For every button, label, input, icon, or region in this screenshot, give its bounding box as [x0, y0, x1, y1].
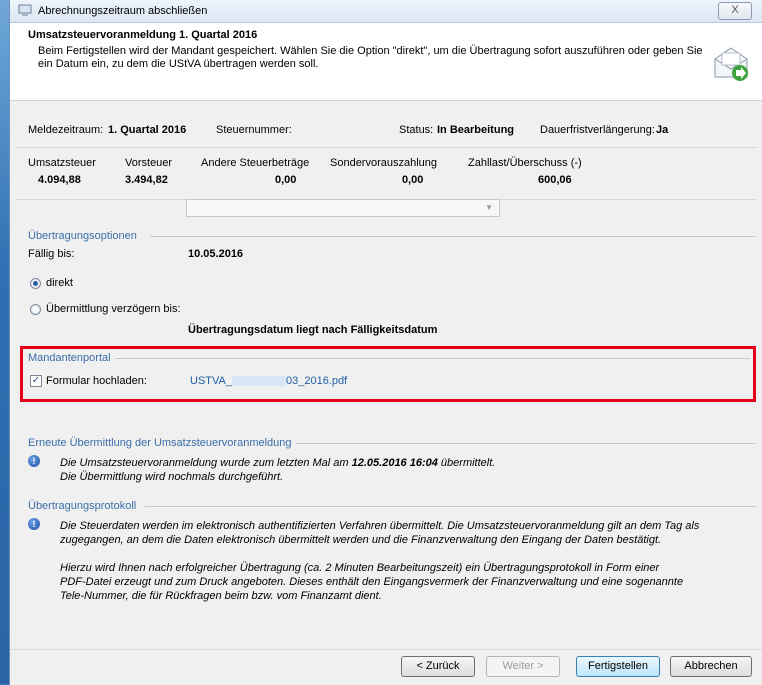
- vorsteuer-value: 3.494,82: [125, 174, 168, 186]
- divider: [16, 147, 756, 148]
- meldezeitraum-value: 1. Quartal 2016: [108, 124, 187, 136]
- vorsteuer-label: Vorsteuer: [125, 157, 173, 169]
- close-icon: X: [731, 4, 739, 16]
- cancel-button[interactable]: Abbrechen: [670, 656, 752, 677]
- file-suffix: 03_2016.pdf: [285, 375, 348, 387]
- close-button[interactable]: X: [718, 2, 752, 20]
- page-title: Umsatzsteuervoranmeldung 1. Quartal 2016: [28, 29, 258, 41]
- formular-hochladen-checkbox[interactable]: ✓: [30, 375, 42, 387]
- erneute-line1: Die Umsatzsteuervoranmeldung wurde zum l…: [60, 457, 495, 469]
- title-bar: Abrechnungszeitraum abschließen X: [10, 0, 762, 23]
- faellig-label: Fällig bis:: [28, 248, 75, 260]
- zahllast-label: Zahllast/Überschuss (-): [468, 157, 582, 169]
- protokoll-group-title: Übertragungsprotokoll: [28, 500, 141, 512]
- umsatzsteuer-label: Umsatzsteuer: [28, 157, 96, 169]
- highlight-frame: [20, 346, 756, 402]
- sondervorauszahlung-value: 0,00: [402, 174, 424, 186]
- andere-steuerbetraege-value: 0,00: [275, 174, 297, 186]
- andere-steuerbetraege-label: Andere Steuerbeträge: [201, 157, 310, 169]
- protokoll-para1-line2: zugegangen, an dem die Daten elektronisc…: [60, 534, 662, 546]
- warning-text: Übertragungsdatum liegt nach Fälligkeits…: [188, 324, 438, 336]
- wizard-footer: < Zurück Weiter > Fertigstellen Abbreche…: [10, 649, 762, 685]
- verzoegern-date-dropdown[interactable]: ▼: [186, 199, 500, 217]
- erneute-group-title: Erneute Übermittlung der Umsatzsteuervor…: [28, 437, 296, 449]
- formular-hochladen-label[interactable]: Formular hochladen:: [46, 375, 147, 387]
- meldezeitraum-label: Meldezeitraum:: [28, 124, 104, 136]
- option-verzoegern-label[interactable]: Übermittlung verzögern bis:: [46, 303, 181, 315]
- group-line: [145, 506, 756, 507]
- chevron-down-icon: ▼: [485, 203, 493, 212]
- group-line: [292, 443, 756, 444]
- sondervorauszahlung-label: Sondervorauszahlung: [330, 157, 438, 169]
- info-icon: !: [28, 455, 40, 467]
- option-direkt-radio[interactable]: [30, 278, 41, 289]
- redacted-block: [231, 376, 286, 387]
- back-button[interactable]: < Zurück: [401, 656, 475, 677]
- pdf-file-link[interactable]: USTVA_ 03_2016.pdf: [190, 375, 347, 387]
- protokoll-para1-line1: Die Steuerdaten werden im elektronisch a…: [60, 520, 700, 532]
- option-direkt-label[interactable]: direkt: [46, 277, 73, 289]
- file-prefix: USTVA_: [190, 375, 232, 387]
- dauerfrist-value: Ja: [656, 124, 669, 136]
- wizard-body: Meldezeitraum: 1. Quartal 2016 Steuernum…: [10, 101, 762, 649]
- envelope-send-icon: [714, 47, 748, 81]
- erneute-line2: Die Übermittlung wird nochmals durchgefü…: [60, 471, 284, 483]
- faellig-value: 10.05.2016: [188, 248, 244, 260]
- status-value: In Bearbeitung: [437, 124, 515, 136]
- wizard-dialog: Abrechnungszeitraum abschließen X Umsatz…: [9, 0, 762, 685]
- group-line: [150, 236, 756, 237]
- protokoll-para2-line3: Tele-Nummer, die für Rückfragen beim bzw…: [60, 590, 382, 602]
- app-icon: [18, 4, 32, 16]
- group-line: [114, 358, 750, 359]
- info-icon: !: [28, 518, 40, 530]
- erneute-line1-prefix: Die Umsatzsteuervoranmeldung wurde zum l…: [60, 457, 352, 469]
- protokoll-para2-line1: Hierzu wird Ihnen nach erfolgreicher Übe…: [60, 562, 660, 574]
- mandantenportal-group-title: Mandantenportal: [28, 352, 115, 364]
- dauerfrist-label: Dauerfristverlängerung:: [540, 124, 655, 136]
- protokoll-para2-line2: PDF-Datei erzeugt und zum Druck angebote…: [60, 576, 684, 588]
- erneute-line1-suffix: übermittelt.: [437, 457, 496, 469]
- erneute-line1-date: 12.05.2016 16:04: [351, 457, 438, 469]
- zahllast-value: 600,06: [538, 174, 572, 186]
- steuernummer-label: Steuernummer:: [216, 124, 292, 136]
- uebertragungsoptionen-group-title: Übertragungsoptionen: [28, 230, 141, 242]
- umsatzsteuer-value: 4.094,88: [38, 174, 81, 186]
- option-verzoegern-radio[interactable]: [30, 304, 41, 315]
- finish-button[interactable]: Fertigstellen: [576, 656, 660, 677]
- window-title: Abrechnungszeitraum abschließen: [38, 5, 208, 17]
- page-description: Beim Fertigstellen wird der Mandant gesp…: [38, 45, 703, 70]
- next-button[interactable]: Weiter >: [486, 656, 560, 677]
- status-label: Status:: [399, 124, 434, 136]
- wizard-header: Umsatzsteuervoranmeldung 1. Quartal 2016…: [10, 23, 762, 101]
